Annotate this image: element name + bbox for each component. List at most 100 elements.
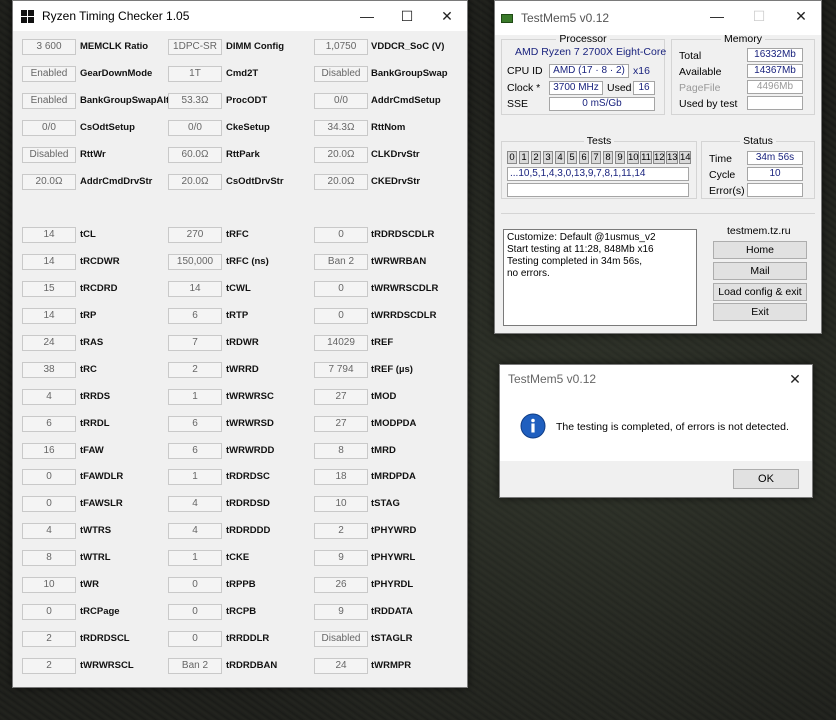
status-errors-label: Error(s) [709,185,745,197]
timing-value: 15 [22,281,76,298]
status-time-field: 34m 56s [747,151,803,165]
timing-label: tREF (µs) [371,363,413,375]
dialog-footer: OK [500,461,812,497]
clock-label: Clock * [507,82,541,94]
timing-label: tRPPB [226,579,256,590]
timing-value: 14 [168,281,222,298]
timing-label: ProcODT [226,94,268,106]
processor-legend: Processor [559,33,607,45]
log-line: no errors. [507,268,550,279]
timing-value: 9 [314,603,368,620]
info-icon [520,413,546,439]
memory-legend: Memory [724,33,762,45]
timing-row: 4 tWTRS 4 tRDRDDD 2 tPHYWRD [13,521,469,541]
test-cell: 7 [591,151,601,164]
rtc-maximize-button[interactable]: ☐ [385,1,429,31]
test-cell: 11 [640,151,652,164]
timing-value: 38 [22,361,76,378]
tm5-minimize-button[interactable]: — [695,1,739,31]
timing-value: 6 [168,442,222,459]
home-button[interactable]: Home [713,241,807,259]
sse-label: SSE [507,98,529,110]
timing-label: tWRMPR [371,659,412,671]
timing-row: 2 tWRWRSCL Ban 2 tRDRDBAN 24 tWRMPR [13,656,469,676]
timing-value: 26 [314,577,368,593]
timing-label: tWRRDSCDLR [371,310,437,321]
timing-label: VDDCR_SoC (V) [371,41,445,52]
timing-row: 0 tFAWSLR 4 tRDRDSD 10 tSTAG [13,494,469,514]
completion-dialog: TestMem5 v0.12 ✕ The testing is complete… [499,364,813,498]
timing-row: 24 tRAS 7 tRDWR 14029 tREF [13,333,469,353]
timing-label: tWRWRSD [226,417,274,429]
timing-label: tRRDDLR [226,632,270,644]
timing-label: tMRD [371,444,396,456]
mem-pagefile-field: 4496Mb [747,80,803,94]
rtc-app-icon [21,9,34,23]
timing-value: 6 [22,415,76,432]
exit-button[interactable]: Exit [713,303,807,321]
rtc-close-button[interactable]: ✕ [425,1,469,31]
timing-label: RttPark [226,148,260,160]
tm5-log[interactable]: Customize: Default @1usmus_v2 Start test… [503,229,697,326]
timing-row: Enabled BankGroupSwapAlt 53.3Ω ProcODT 0/0 Ad… [13,91,469,111]
timing-value: 1T [168,65,222,82]
timing-value: 16 [22,442,76,459]
timing-label: BankGroupSwap [371,67,448,79]
timing-value: 18 [314,469,368,486]
timing-row: Enabled GearDownMode 1T Cmd2T Disabled BankGr… [13,64,469,84]
timing-label: tRDDATA [371,605,413,617]
timing-value: 0 [22,603,76,620]
test-cell: 8 [603,151,613,164]
timing-value: 150,000 [168,254,222,271]
mem-available-label: Available [679,66,722,78]
timing-row: 10 tWR 0 tRPPB 26 tPHYRDL [13,575,469,595]
timing-value: Disabled [314,65,368,82]
tm5-titlebar[interactable]: TestMem5 v0.12 — ☐ ✕ [495,1,821,35]
tm5-title: TestMem5 v0.12 [521,11,610,25]
timing-value: 0/0 [168,119,222,136]
ok-button[interactable]: OK [733,469,799,489]
timing-value: 1 [168,388,222,405]
timing-value: 2 [22,657,76,674]
timing-value: 4 [168,496,222,513]
timing-value: Ban 2 [168,657,222,674]
timing-value: 0/0 [22,119,76,136]
timing-value: 7 [168,334,222,351]
load-config-exit-button[interactable]: Load config & exit [713,283,807,301]
tm5-divider [501,213,815,214]
timing-label: tRDRDSC [226,471,270,483]
timing-label: tRDRDSCL [80,632,130,644]
dialog-titlebar[interactable]: TestMem5 v0.12 ✕ [500,365,812,393]
rtc-titlebar[interactable]: Ryzen Timing Checker 1.05 — ☐ ✕ [13,1,467,31]
timing-value: 9 [314,550,368,567]
timing-value: 34.3Ω [314,119,368,136]
timing-value: Enabled [22,92,76,109]
dialog-message: The testing is completed, of errors is n… [556,421,789,433]
dialog-close-button[interactable]: ✕ [776,365,814,393]
timing-label: tRRDL [80,417,110,429]
timing-label: tRP [80,310,97,321]
timing-value: 0 [314,281,368,298]
timing-row: Disabled RttWr 60.0Ω RttPark 20.0Ω CLKDrvStr [13,145,469,165]
tm5-maximize-button[interactable]: ☐ [737,1,781,31]
timing-label: tSTAGLR [371,632,413,644]
timing-label: tRCDWR [80,256,120,268]
test-cell: 14 [679,151,691,164]
status-cycle-label: Cycle [709,169,736,181]
timing-value: Ban 2 [314,254,368,271]
timing-label: DIMM Config [226,41,285,52]
timing-label: tRFC (ns) [226,256,269,268]
timing-value: Enabled [22,65,76,82]
timing-value: 4 [168,523,222,540]
test-cell: 12 [653,151,665,164]
timing-value: 2 [168,361,222,378]
timing-label: Cmd2T [226,67,259,79]
timing-label: RttNom [371,121,406,133]
mail-button[interactable]: Mail [713,262,807,280]
timing-label: tWRWRSCDLR [371,283,439,295]
test-cell: 10 [627,151,639,164]
timing-value: 6 [168,415,222,432]
tm5-close-button[interactable]: ✕ [779,1,823,31]
rtc-minimize-button[interactable]: — [345,1,389,31]
timing-value: 24 [314,657,368,674]
